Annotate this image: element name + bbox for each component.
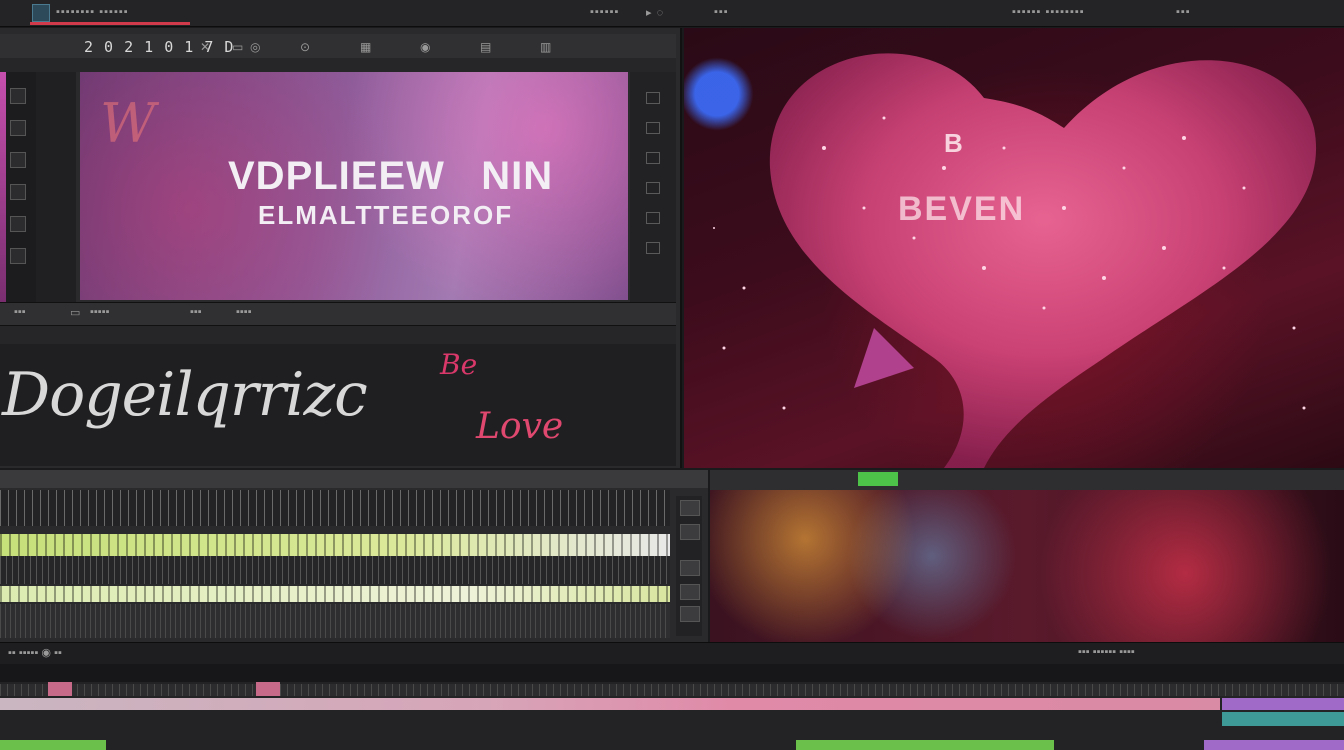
- viewer-title-line-1: VDPLIEEW NIN: [228, 154, 554, 198]
- video-track-2[interactable]: [0, 586, 670, 602]
- color-label-strip: [0, 72, 6, 302]
- active-clip-tag[interactable]: [858, 472, 898, 486]
- overview-clip-teal[interactable]: [1222, 712, 1344, 726]
- lower-divider: [0, 664, 1344, 682]
- marker-clip-1[interactable]: [48, 682, 72, 696]
- mid-toolbar-item-1[interactable]: ▪▪▪: [14, 306, 26, 318]
- timeline-ruler[interactable]: [0, 490, 670, 526]
- glitter-heart-graphic: [713, 53, 1317, 468]
- status-bar: [0, 642, 1344, 665]
- toolbar-tool-icon-7[interactable]: ▥: [540, 40, 551, 54]
- menu-item-right-2[interactable]: ▪▪▪: [1176, 6, 1191, 18]
- track-button-1[interactable]: [680, 500, 700, 516]
- overview-clip-purple-2[interactable]: [1204, 740, 1344, 750]
- overview-ruler[interactable]: [0, 684, 1344, 696]
- title-script-text[interactable]: Dogeilqrrizc: [2, 360, 368, 430]
- play-record-icons[interactable]: ▸ ◌: [646, 6, 664, 19]
- source-viewer[interactable]: W VDPLIEEW NIN ELMALTTEEOROF: [80, 72, 628, 300]
- overview-clip-green-1[interactable]: [0, 740, 106, 750]
- program-preview[interactable]: B BEVEN: [684, 28, 1344, 468]
- track-button-2[interactable]: [680, 524, 700, 540]
- status-right-controls[interactable]: ▪▪▪ ▪▪▪▪▪▪ ▪▪▪▪: [1078, 646, 1135, 658]
- pen-tool-icon[interactable]: [10, 216, 26, 232]
- menu-item-right[interactable]: ▪▪▪▪▪▪ ▪▪▪▪▪▪▪▪: [1012, 6, 1085, 18]
- timecode-display[interactable]: 2 0 2 1 0 1 7 D: [84, 38, 234, 56]
- menu-title[interactable]: ▪▪▪▪▪▪▪▪ ▪▪▪▪▪▪: [56, 6, 129, 18]
- control-icon-6[interactable]: [646, 242, 660, 254]
- timeline-header: [0, 470, 708, 488]
- track-button-3[interactable]: [680, 560, 700, 576]
- titles-header: [0, 326, 676, 344]
- toolbar-tool-icon-5[interactable]: ◉: [420, 40, 430, 54]
- select-tool-icon[interactable]: [10, 88, 26, 104]
- viewer-background-scrawl: W: [100, 92, 156, 155]
- cut-tool-icon[interactable]: [10, 120, 26, 136]
- control-icon-1[interactable]: [646, 92, 660, 104]
- control-icon-5[interactable]: [646, 212, 660, 224]
- toolbar-tool-icon-6[interactable]: ▤: [480, 40, 491, 54]
- close-icon[interactable]: ✕: [200, 40, 210, 54]
- overview-clip-pink[interactable]: [0, 698, 1220, 710]
- overview-clip-green-2[interactable]: [796, 740, 1054, 750]
- status-left-controls[interactable]: ▪▪ ▪▪▪▪▪ ◉ ▪▪: [8, 646, 62, 659]
- thumbnail-column[interactable]: [36, 72, 76, 302]
- crop-tool-icon[interactable]: [10, 184, 26, 200]
- app-logo-icon[interactable]: [32, 4, 50, 22]
- menu-item-center[interactable]: ▪▪▪▪▪▪: [590, 6, 619, 18]
- marker-clip-2[interactable]: [256, 682, 280, 696]
- toolbar-tool-icon-1[interactable]: ▭: [232, 40, 243, 54]
- control-icon-3[interactable]: [646, 152, 660, 164]
- viewer-side-controls: [630, 72, 676, 302]
- toolbar-tool-icon-2[interactable]: ◎: [250, 40, 260, 54]
- overview-clip-purple[interactable]: [1222, 698, 1344, 710]
- waveform-track[interactable]: [0, 556, 670, 584]
- menu-item-center-2[interactable]: ▪▪▪: [714, 6, 729, 18]
- mid-toolbar-item-5[interactable]: ▪▪▪▪: [236, 306, 252, 318]
- viewer-title-line-2: ELMALTTEEOROF: [258, 200, 514, 230]
- text-tool-icon[interactable]: [10, 152, 26, 168]
- secondary-preview[interactable]: [710, 470, 1344, 642]
- mid-toolbar-item-4[interactable]: ▪▪▪: [190, 306, 202, 318]
- active-tab-indicator: [30, 22, 190, 25]
- preview-text-1: B: [944, 128, 963, 158]
- control-icon-2[interactable]: [646, 122, 660, 134]
- title-be-text[interactable]: Be: [440, 348, 477, 381]
- mid-toolbar-item-2[interactable]: ▭: [70, 306, 80, 319]
- toolbar-tool-icon-3[interactable]: ⊙: [300, 40, 310, 54]
- track-button-5[interactable]: [680, 606, 700, 622]
- preview-text-2: BEVEN: [898, 190, 1026, 228]
- menu-bar: ▪▪▪▪▪▪▪▪ ▪▪▪▪▪▪ ▪▪▪▪▪▪ ▸ ◌ ▪▪▪ ▪▪▪▪▪▪ ▪▪…: [0, 0, 1344, 27]
- audio-track[interactable]: [0, 604, 670, 638]
- control-icon-4[interactable]: [646, 182, 660, 194]
- sub-toolbar: [0, 58, 676, 72]
- title-love-text[interactable]: Love: [476, 406, 563, 447]
- mid-toolbar-item-3[interactable]: ▪▪▪▪▪: [90, 306, 110, 318]
- toolbar-tool-icon-4[interactable]: ▦: [360, 40, 371, 54]
- track-button-4[interactable]: [680, 584, 700, 600]
- video-track-1[interactable]: [0, 534, 670, 556]
- zoom-tool-icon[interactable]: [10, 248, 26, 264]
- secondary-preview-header: [710, 470, 1344, 490]
